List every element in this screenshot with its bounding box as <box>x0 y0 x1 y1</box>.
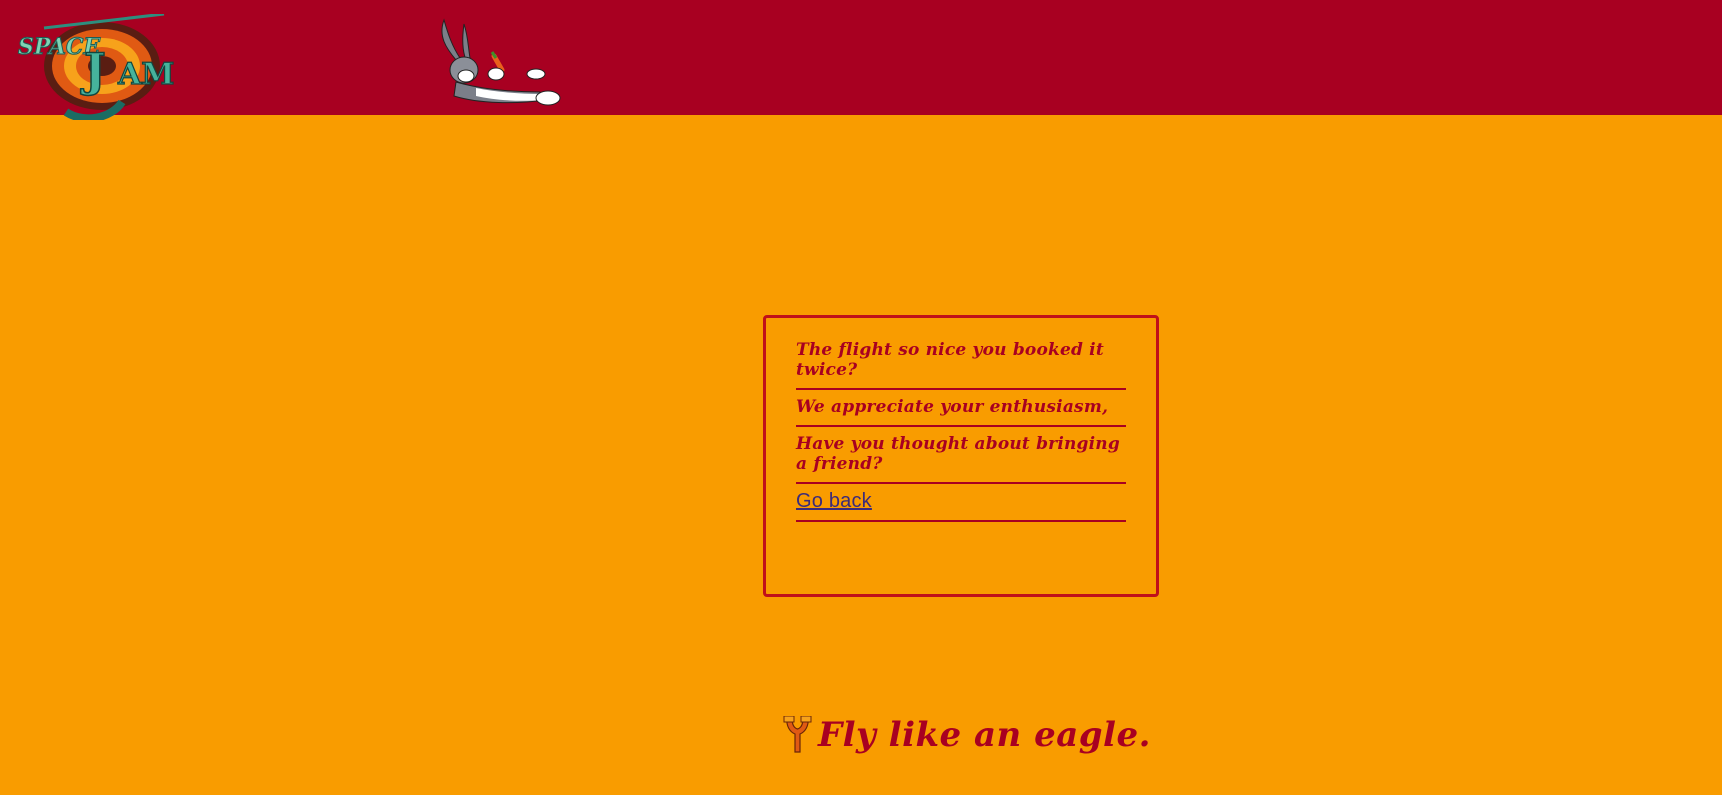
footer-text: Fly like an eagle. <box>818 715 1151 755</box>
go-back-link[interactable]: Go back <box>796 490 872 512</box>
svg-text:AM: AM <box>117 57 174 92</box>
footer-tagline: Fly like an eagle. <box>782 710 1151 760</box>
go-back-row: Go back <box>796 484 1126 522</box>
site-header: SPACE J AM <box>0 0 1722 120</box>
bugs-bunny-illustration <box>441 18 561 106</box>
message-line-suggestion: Have you thought about bringing a friend… <box>796 427 1126 484</box>
message-line-question: The flight so nice you booked it twice? <box>796 340 1126 390</box>
space-jam-logo[interactable]: SPACE J AM <box>14 14 174 120</box>
slingshot-icon <box>783 716 812 753</box>
message-line-appreciation: We appreciate your enthusiasm, <box>796 390 1126 427</box>
message-card: The flight so nice you booked it twice? … <box>763 315 1159 597</box>
svg-text:J: J <box>80 43 106 97</box>
